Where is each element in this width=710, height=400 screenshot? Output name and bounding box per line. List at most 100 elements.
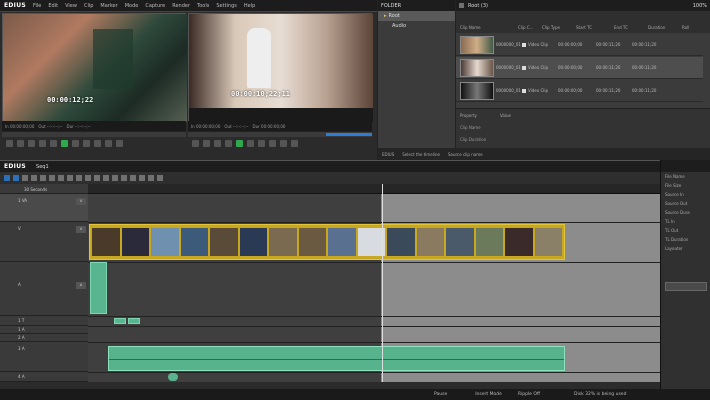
rec-prev-frame-button[interactable] [203, 139, 210, 147]
rec-stop-button[interactable] [225, 139, 232, 147]
track-toggle[interactable]: V [76, 226, 86, 233]
bin-row[interactable]: 0000000_01 Video Clip 00:00:00;00 00:00:… [456, 80, 703, 102]
ffwd-button[interactable] [72, 139, 79, 147]
timeline-logo: EDIUS [4, 163, 27, 170]
player-preview[interactable]: 00:00:12;22 [2, 13, 187, 122]
menu-item-file[interactable]: File [33, 3, 41, 9]
copy-icon[interactable] [58, 175, 64, 181]
menu-item-edit[interactable]: Edit [48, 3, 58, 9]
set-out-button[interactable] [17, 139, 24, 147]
redo-icon[interactable] [103, 175, 109, 181]
timeline-scale[interactable]: 30 Seconds [24, 187, 47, 192]
save-icon[interactable] [40, 175, 46, 181]
track-toggle[interactable]: V [76, 198, 86, 205]
track-toggle[interactable]: A [76, 282, 86, 289]
track-divider [88, 316, 660, 317]
audio-icon[interactable] [148, 175, 154, 181]
rec-rewind-button[interactable] [214, 139, 221, 147]
rec-prev-edit-button[interactable] [192, 139, 199, 147]
snap-icon[interactable] [121, 175, 127, 181]
player-transport [2, 137, 186, 149]
overwrite-button[interactable] [116, 139, 123, 147]
folder-item-root[interactable]: ▸ Root [378, 11, 455, 21]
ripple-icon[interactable] [85, 175, 91, 181]
marker-icon[interactable] [130, 175, 136, 181]
add-cut-icon[interactable] [112, 175, 118, 181]
col-start-tc[interactable]: Start TC [576, 25, 592, 30]
rec-next-frame-button[interactable] [258, 139, 265, 147]
col-roll[interactable]: Roll [682, 25, 689, 30]
layouter-item[interactable] [665, 282, 707, 291]
rec-ffwd-button[interactable] [247, 139, 254, 147]
play-button[interactable] [61, 139, 68, 147]
sequence-tab[interactable]: Seq1 [36, 164, 49, 170]
delete-icon[interactable] [76, 175, 82, 181]
clip-start: 00:00:00;00 [558, 42, 583, 47]
audio-clip[interactable] [90, 262, 107, 314]
new-sequence-icon[interactable] [22, 175, 28, 181]
menu-item-capture[interactable]: Capture [145, 3, 165, 9]
recorder-preview[interactable]: 00:00:10;22;11 [188, 13, 373, 122]
audio-handle[interactable] [168, 373, 178, 381]
set-in-button[interactable] [6, 139, 13, 147]
prev-frame-button[interactable] [28, 139, 35, 147]
rewind-button[interactable] [39, 139, 46, 147]
col-clip-type[interactable]: Clip Type [542, 25, 560, 30]
paste-icon[interactable] [67, 175, 73, 181]
rec-export-button[interactable] [291, 139, 298, 147]
menu-item-clip[interactable]: Clip [84, 3, 93, 9]
bin-column-header: Clip Name Clip C... Clip Type Start TC E… [456, 11, 710, 33]
col-clip-color[interactable]: Clip C... [518, 25, 533, 30]
mode-icon-2[interactable] [13, 175, 19, 181]
stop-button[interactable] [50, 139, 57, 147]
title-clip[interactable] [128, 318, 140, 324]
rec-next-edit-button[interactable] [269, 139, 276, 147]
menu-item-view[interactable]: View [65, 3, 77, 9]
timeline-playhead[interactable] [382, 184, 383, 382]
col-duration[interactable]: Duration [648, 25, 665, 30]
folder-item-audio[interactable]: Audio [378, 21, 455, 31]
next-frame-button[interactable] [83, 139, 90, 147]
track-1VA[interactable]: 1 VA V [0, 194, 88, 222]
clip-end: 00:00:11;20 [596, 88, 621, 93]
menu-item-mode[interactable]: Mode [125, 3, 139, 9]
status-ripple: Ripple Off [517, 392, 541, 397]
title-clip[interactable] [114, 318, 126, 324]
track-2A[interactable]: 2 A [0, 334, 88, 342]
track-4A[interactable]: 4 A [0, 372, 88, 382]
track-3A[interactable]: 3 A [0, 342, 88, 372]
col-end-tc[interactable]: End TC [614, 25, 628, 30]
menu-item-settings[interactable]: Settings [216, 3, 237, 9]
track-V[interactable]: V V [0, 222, 88, 262]
menu-item-tools[interactable]: Tools [197, 3, 209, 9]
track-A[interactable]: A A [0, 262, 88, 316]
settings-icon[interactable] [157, 175, 163, 181]
info-panel: File Name File Size Source In Source Out Sou… [660, 160, 710, 400]
bin-row[interactable]: 0000000_01 Video Clip 00:00:00;00 00:00:… [456, 34, 703, 56]
track-label: 1 A [18, 327, 25, 332]
open-icon[interactable] [31, 175, 37, 181]
menu-item-render[interactable]: Render [172, 3, 190, 9]
rec-loop-button[interactable] [280, 139, 287, 147]
track-1T[interactable]: 1 T [0, 316, 88, 326]
rec-play-button[interactable] [236, 139, 243, 147]
clip-frame [92, 228, 120, 256]
loop-button[interactable] [94, 139, 101, 147]
bin-row[interactable]: 0000000_01 Video Clip 00:00:00;00 00:00:… [456, 57, 703, 79]
track-1A[interactable]: 1 A [0, 326, 88, 334]
menu-item-help[interactable]: Help [244, 3, 255, 9]
clip-start: 00:00:00;00 [558, 65, 583, 70]
bin-tab[interactable]: Root (3) [468, 3, 488, 9]
col-clip-name[interactable]: Clip Name [460, 25, 481, 30]
cut-icon[interactable] [49, 175, 55, 181]
bin-zoom[interactable]: 100% [693, 3, 707, 9]
undo-icon[interactable] [94, 175, 100, 181]
timeline-ruler[interactable] [88, 184, 660, 194]
insert-button[interactable] [105, 139, 112, 147]
mode-icon-1[interactable] [4, 175, 10, 181]
menu-item-marker[interactable]: Marker [100, 3, 117, 9]
title-icon[interactable] [139, 175, 145, 181]
up-icon[interactable] [459, 3, 464, 8]
audio-clip-long[interactable] [108, 346, 565, 371]
video-clip[interactable] [89, 224, 565, 260]
